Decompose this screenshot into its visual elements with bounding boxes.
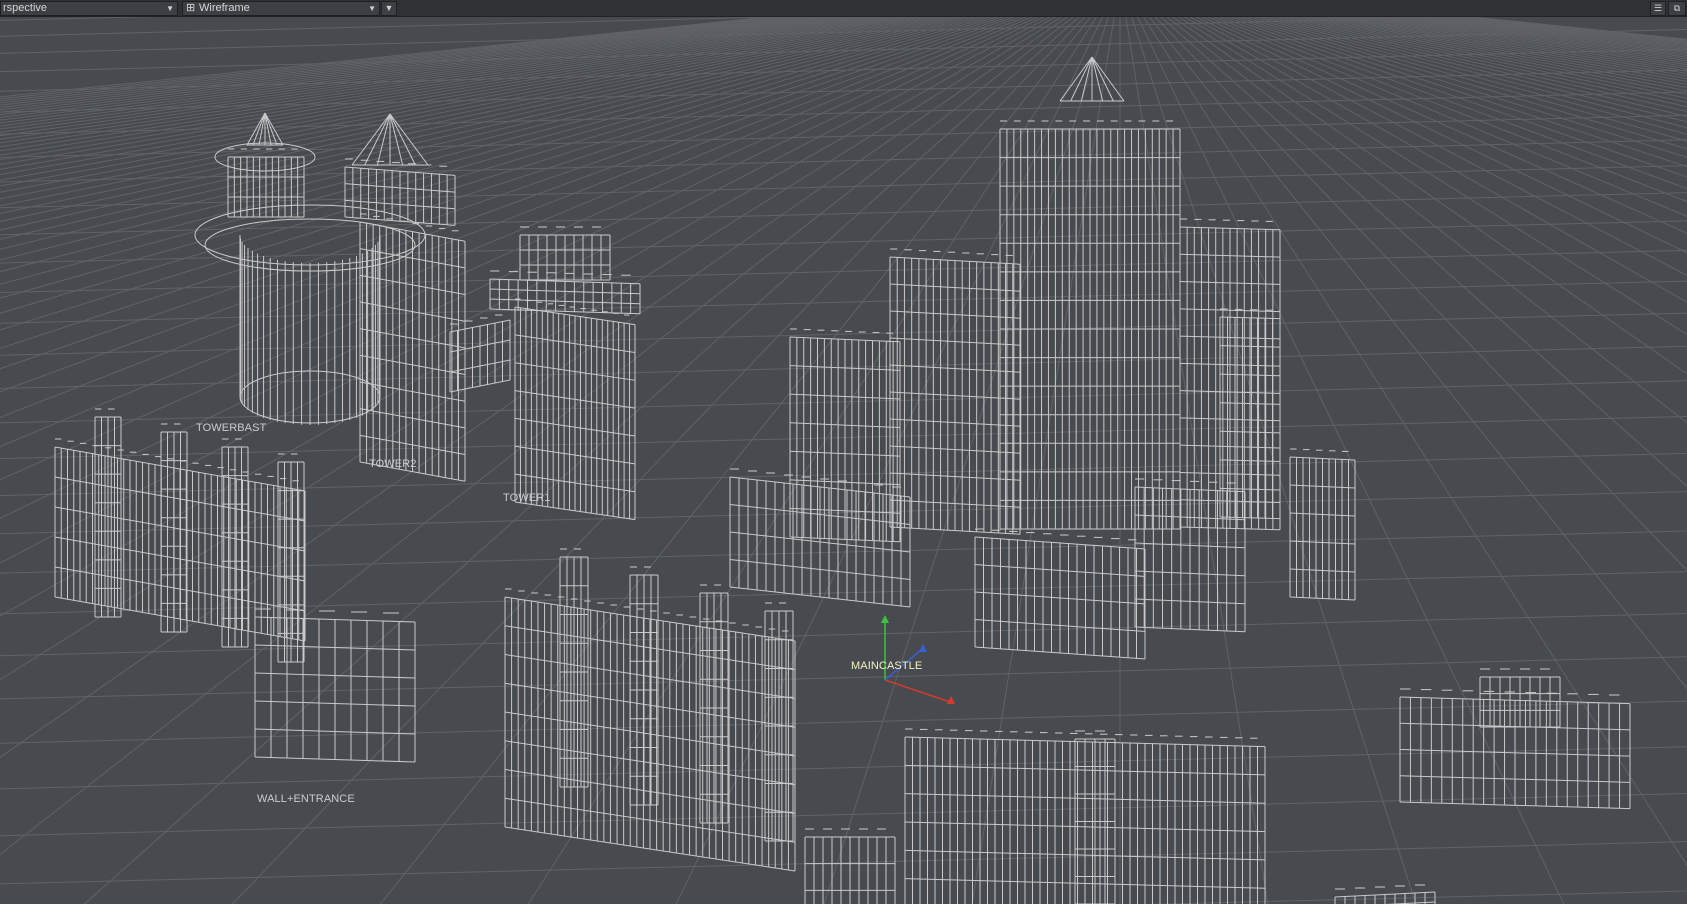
grid-line (0, 91, 1687, 135)
object-label-wall-entrance[interactable]: WALL+ENTRANCE (257, 793, 355, 805)
ground-grid (0, 17, 1687, 904)
grid-line (0, 17, 854, 133)
grid-line (0, 17, 917, 181)
viewport-toolbar: rspective ▼ ⊞ Wireframe ▼ ▼ ☰ ⧉ (0, 0, 1687, 17)
wire-model-maincastle-court-r[interactable] (974, 528, 1146, 660)
grid-line (1375, 17, 1687, 62)
grid-line (0, 700, 1687, 744)
wire-model-corner-piece[interactable] (1334, 884, 1436, 904)
wire-model-maincastle-wing-r[interactable] (1219, 308, 1281, 520)
grid-line (1410, 17, 1687, 52)
wire-ring (194, 204, 426, 266)
wire-model-maincastle-tower-r[interactable] (1289, 448, 1356, 601)
grid-line (0, 793, 1687, 837)
grid-line (0, 17, 859, 137)
wire-model-lower-gate[interactable] (804, 828, 896, 904)
wire-model-wall-pillar[interactable] (221, 438, 249, 648)
wireframe-mode-icon: ⊞ (186, 2, 196, 14)
grid-line (1456, 17, 1687, 42)
grid-line (0, 491, 1687, 535)
wire-model-small-structure-top[interactable] (1479, 668, 1561, 728)
3d-viewport[interactable]: TOWERBAST TOWER2 TOWER1 MAINCASTLE WALL+… (0, 17, 1687, 904)
shading-mode-label: Wireframe (199, 2, 250, 14)
wire-model-maincastle-court-l[interactable] (729, 468, 911, 608)
wire-model-wall-pillar[interactable] (277, 453, 305, 663)
gizmo-x-axis (884, 679, 951, 703)
viewport-options-button[interactable]: ▼ (381, 1, 397, 16)
wire-model-wall-pillar[interactable] (699, 584, 729, 824)
wire-spire (364, 113, 391, 166)
grid-line (1334, 17, 1687, 77)
grid-line (0, 571, 1687, 615)
grid-line (0, 656, 1687, 700)
wire-spire (264, 112, 278, 146)
view-mode-label: rspective (3, 2, 48, 14)
grid-line (0, 841, 1687, 885)
wire-model-wall-pillar[interactable] (629, 566, 659, 806)
wire-model-tower2-bridge[interactable] (449, 314, 511, 393)
grid-line (0, 17, 981, 273)
gizmo-z-handle[interactable] (919, 644, 927, 652)
grid-line (1468, 17, 1687, 40)
gizmo-x-handle[interactable] (947, 696, 955, 704)
grid-line (1404, 17, 1687, 54)
wire-model-wall-pillar[interactable] (160, 423, 188, 633)
object-label-tower2[interactable]: TOWER2 (369, 458, 416, 470)
grid-line (0, 17, 848, 130)
wire-model-towerbast-top[interactable] (227, 148, 305, 218)
grid-line (0, 530, 1687, 574)
grid-line (0, 17, 900, 165)
grid-line (1398, 17, 1687, 55)
gizmo-y-handle[interactable] (881, 615, 889, 623)
viewport-canvas[interactable] (0, 17, 1687, 904)
grid-line (0, 17, 825, 118)
shading-mode-dropdown[interactable]: ⊞ Wireframe ▼ (182, 1, 380, 16)
grid-line (0, 17, 929, 193)
maximize-viewport-icon[interactable]: ⧉ (1668, 1, 1686, 16)
dropdown-arrow-icon: ▼ (166, 4, 174, 13)
grid-line (1369, 17, 1687, 64)
view-mode-dropdown[interactable]: rspective ▼ (0, 1, 178, 16)
grid-line (0, 17, 964, 240)
grid-line (0, 17, 999, 314)
grid-line (0, 17, 894, 161)
grid-line (1427, 17, 1687, 48)
wire-model-lower-wall-tower[interactable] (1074, 730, 1116, 904)
grid-line (0, 17, 888, 156)
grid-line (0, 17, 993, 299)
wire-model-tower2-top[interactable] (344, 158, 456, 226)
grid-line (0, 17, 912, 176)
grid-line (0, 17, 1005, 331)
dropdown-arrow-icon: ▼ (368, 4, 376, 13)
wireframe-models (54, 56, 1631, 904)
grid-line (1381, 17, 1687, 60)
wire-spire-towerbast (246, 112, 284, 146)
object-label-towerbast[interactable]: TOWERBAST (196, 422, 266, 434)
grid-line (1137, 17, 1565, 904)
grid-line (0, 380, 1687, 424)
wire-spire (389, 113, 429, 166)
object-label-tower1[interactable]: TOWER1 (503, 492, 550, 504)
grid-line (0, 746, 1687, 790)
grid-line (0, 17, 1022, 393)
object-label-maincastle[interactable]: MAINCASTLE (851, 660, 922, 672)
wire-model-maincastle-court-rr[interactable] (1134, 478, 1246, 633)
grid-line (1444, 17, 1687, 44)
viewport-list-icon[interactable]: ☰ (1650, 1, 1666, 16)
wire-spire (389, 113, 416, 166)
grid-line (0, 17, 819, 116)
grid-line (0, 17, 842, 127)
grid-line (0, 17, 1016, 370)
wire-spire (1059, 56, 1093, 102)
grid-line (1363, 17, 1687, 66)
